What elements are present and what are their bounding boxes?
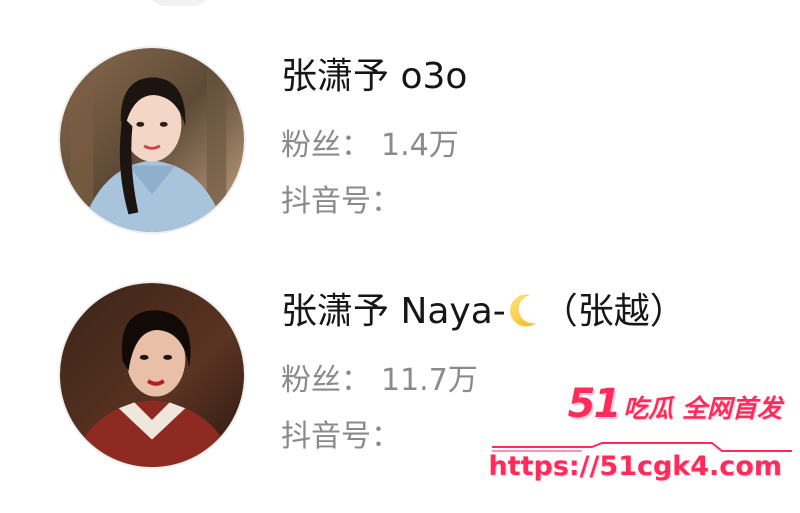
- user-name-suffix: （张越）: [541, 291, 686, 332]
- douyin-id-label: 抖音号：: [281, 419, 401, 454]
- user-name[interactable]: 张潇予 Naya- （张越）: [281, 288, 686, 336]
- watermark-slogan: 吃瓜 全网首发: [623, 394, 782, 423]
- search-results-page: 张潇予 o3o 粉丝： 1.4万 抖音号： 张潇予 Naya- （张越） 粉丝：…: [0, 0, 800, 513]
- user-result-card[interactable]: 张潇予 o3o 粉丝： 1.4万 抖音号：: [0, 30, 800, 250]
- site-watermark: 51 吃瓜 全网首发 https://51cgk4.com: [488, 381, 792, 501]
- avatar[interactable]: [58, 46, 246, 234]
- watermark-url: https://51cgk4.com: [488, 451, 782, 482]
- avatar[interactable]: [58, 281, 246, 469]
- avatar-photo-icon: [60, 48, 244, 232]
- fans-label: 粉丝：: [281, 128, 371, 163]
- fans-value: 1.4万: [381, 128, 459, 163]
- fans-value: 11.7万: [381, 363, 478, 398]
- douyin-id-row: 抖音号：: [281, 417, 401, 457]
- fans-label: 粉丝：: [281, 363, 371, 398]
- watermark-number: 51: [567, 381, 622, 427]
- fans-count-row: 粉丝： 1.4万: [281, 126, 459, 166]
- user-name-prefix: 张潇予 Naya-: [281, 291, 506, 332]
- watermark-headline: 51 吃瓜 全网首发: [568, 381, 782, 427]
- douyin-id-row: 抖音号：: [281, 182, 401, 222]
- avatar-photo-icon: [60, 283, 244, 467]
- user-name[interactable]: 张潇予 o3o: [281, 53, 467, 101]
- douyin-id-label: 抖音号：: [281, 184, 401, 219]
- previous-item-edge: [150, 0, 208, 6]
- crescent-moon-icon: [509, 294, 536, 327]
- fans-count-row: 粉丝： 11.7万: [281, 361, 478, 401]
